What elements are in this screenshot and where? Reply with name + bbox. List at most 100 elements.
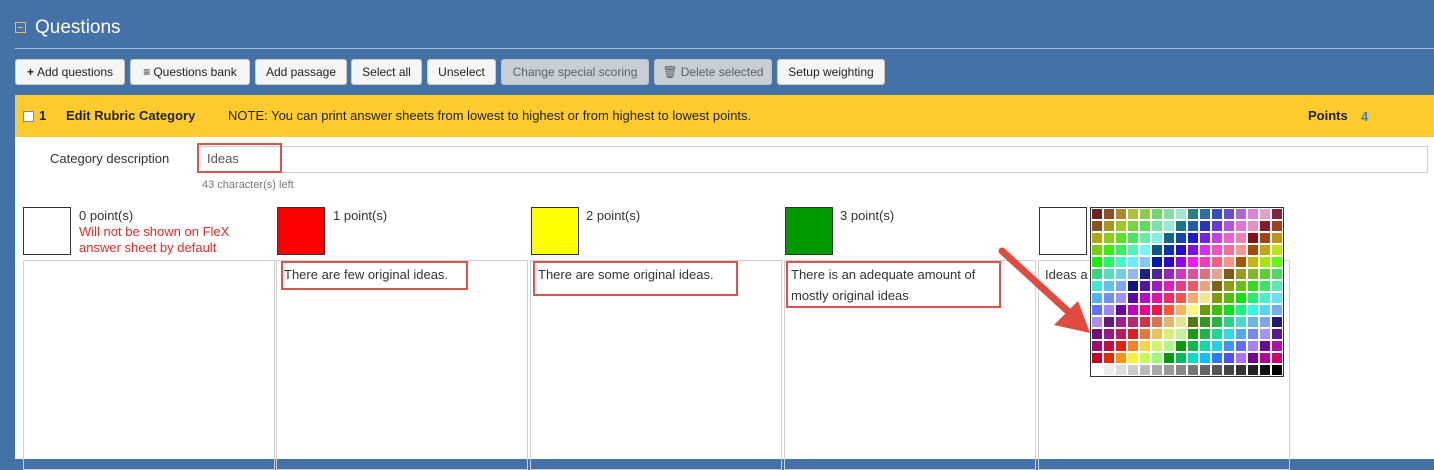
palette-color[interactable] [1164,257,1174,267]
palette-color[interactable] [1260,353,1270,363]
palette-color[interactable] [1176,341,1186,351]
palette-color[interactable] [1200,245,1210,255]
palette-color[interactable] [1176,209,1186,219]
palette-color[interactable] [1212,245,1222,255]
palette-color[interactable] [1260,233,1270,243]
palette-color[interactable] [1212,209,1222,219]
palette-color[interactable] [1212,353,1222,363]
palette-color[interactable] [1200,305,1210,315]
palette-color[interactable] [1188,317,1198,327]
palette-color[interactable] [1260,245,1270,255]
palette-color[interactable] [1152,365,1162,375]
palette-color[interactable] [1104,257,1114,267]
palette-color[interactable] [1164,317,1174,327]
palette-color[interactable] [1140,341,1150,351]
palette-color[interactable] [1200,221,1210,231]
color-swatch-2[interactable] [531,207,579,255]
palette-color[interactable] [1152,233,1162,243]
palette-color[interactable] [1272,269,1282,279]
change-special-scoring-button[interactable]: Change special scoring [501,59,649,85]
palette-color[interactable] [1272,245,1282,255]
palette-color[interactable] [1140,233,1150,243]
palette-color[interactable] [1116,329,1126,339]
palette-color[interactable] [1248,353,1258,363]
palette-color[interactable] [1200,233,1210,243]
unselect-button[interactable]: Unselect [427,59,496,85]
palette-color[interactable] [1236,269,1246,279]
palette-color[interactable] [1236,341,1246,351]
palette-color[interactable] [1272,305,1282,315]
palette-color[interactable] [1248,209,1258,219]
palette-color[interactable] [1152,245,1162,255]
palette-color[interactable] [1248,365,1258,375]
palette-color[interactable] [1164,293,1174,303]
palette-color[interactable] [1248,269,1258,279]
palette-color[interactable] [1272,221,1282,231]
palette-color[interactable] [1212,281,1222,291]
palette-color[interactable] [1164,209,1174,219]
palette-color[interactable] [1212,293,1222,303]
palette-color[interactable] [1260,365,1270,375]
palette-color[interactable] [1116,281,1126,291]
palette-color[interactable] [1152,317,1162,327]
palette-color[interactable] [1236,329,1246,339]
palette-color[interactable] [1128,245,1138,255]
palette-color[interactable] [1140,329,1150,339]
palette-color[interactable] [1116,209,1126,219]
palette-color[interactable] [1104,305,1114,315]
palette-color[interactable] [1140,353,1150,363]
palette-color[interactable] [1092,353,1102,363]
palette-color[interactable] [1152,341,1162,351]
palette-color[interactable] [1176,353,1186,363]
palette-color[interactable] [1152,257,1162,267]
palette-color[interactable] [1188,245,1198,255]
palette-color[interactable] [1128,209,1138,219]
palette-color[interactable] [1152,209,1162,219]
palette-color[interactable] [1224,209,1234,219]
palette-color[interactable] [1188,341,1198,351]
palette-color[interactable] [1272,233,1282,243]
palette-color[interactable] [1176,317,1186,327]
palette-color[interactable] [1164,269,1174,279]
palette-color[interactable] [1236,257,1246,267]
palette-color[interactable] [1128,305,1138,315]
collapse-icon[interactable] [15,22,26,33]
palette-color[interactable] [1236,353,1246,363]
palette-color[interactable] [1152,329,1162,339]
palette-color[interactable] [1104,221,1114,231]
palette-color[interactable] [1116,257,1126,267]
palette-color[interactable] [1140,221,1150,231]
palette-color[interactable] [1248,221,1258,231]
rubric-checkbox[interactable] [23,111,34,122]
palette-color[interactable] [1116,245,1126,255]
palette-color[interactable] [1248,245,1258,255]
palette-color[interactable] [1236,221,1246,231]
palette-color[interactable] [1140,365,1150,375]
palette-color[interactable] [1152,221,1162,231]
palette-color[interactable] [1140,257,1150,267]
palette-color[interactable] [1104,353,1114,363]
palette-color[interactable] [1224,269,1234,279]
description-textarea-0[interactable] [23,260,275,470]
palette-color[interactable] [1188,365,1198,375]
add-passage-button[interactable]: Add passage [255,59,347,85]
palette-color[interactable] [1272,365,1282,375]
palette-color[interactable] [1236,305,1246,315]
palette-color[interactable] [1128,293,1138,303]
palette-color[interactable] [1200,293,1210,303]
palette-color[interactable] [1236,209,1246,219]
palette-color[interactable] [1236,365,1246,375]
palette-color[interactable] [1164,341,1174,351]
palette-color[interactable] [1212,269,1222,279]
add-questions-button[interactable]: + Add questions [15,59,125,85]
palette-color[interactable] [1128,341,1138,351]
palette-color[interactable] [1188,221,1198,231]
palette-color[interactable] [1188,305,1198,315]
palette-color[interactable] [1116,365,1126,375]
palette-color[interactable] [1116,353,1126,363]
palette-color[interactable] [1164,245,1174,255]
palette-color[interactable] [1176,365,1186,375]
palette-color[interactable] [1248,317,1258,327]
palette-color[interactable] [1152,269,1162,279]
palette-color[interactable] [1176,221,1186,231]
